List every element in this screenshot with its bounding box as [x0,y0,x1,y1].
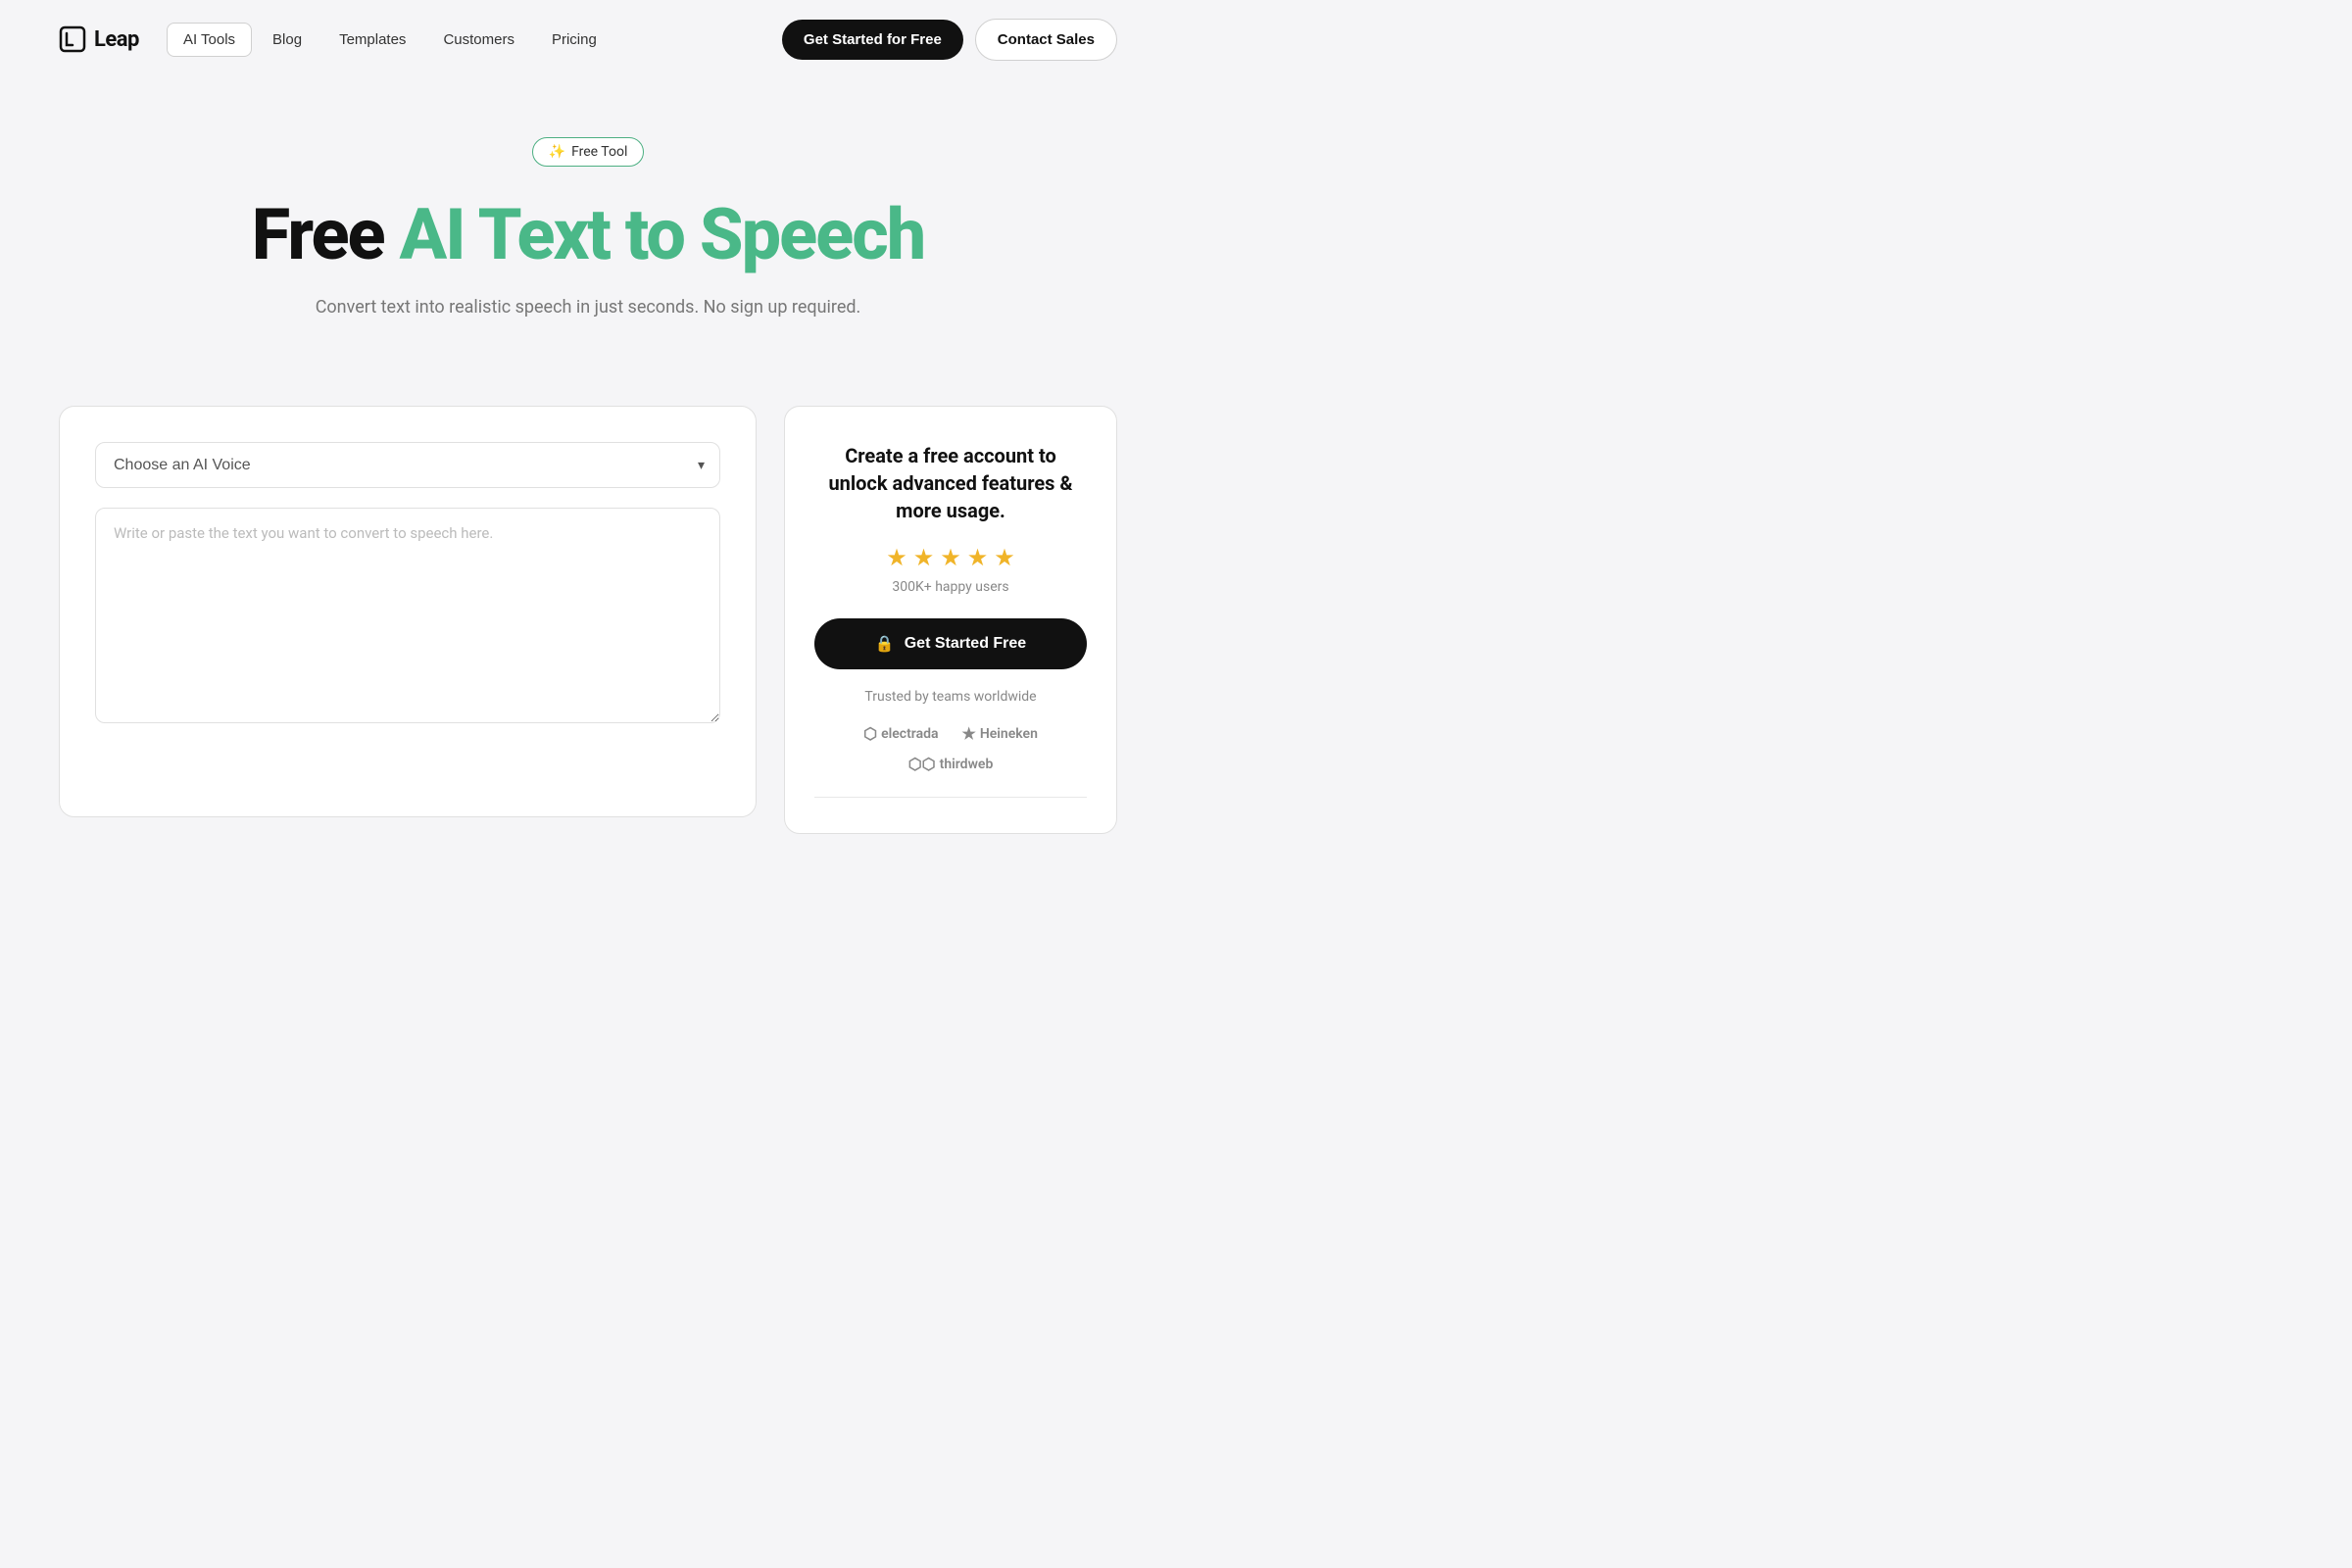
main-nav: AI Tools Blog Templates Customers Pricin… [167,23,613,57]
voice-select-wrapper: Choose an AI Voice ▾ [95,442,720,488]
badge-icon: ✨ [549,144,565,160]
star-3: ★ [940,544,961,571]
free-tool-badge: ✨ Free Tool [532,137,645,167]
thirdweb-logo: ⬡⬡thirdweb [908,755,994,773]
nav-ai-tools[interactable]: AI Tools [167,23,252,57]
navbar-actions: Get Started for Free Contact Sales [782,19,1117,61]
happy-users-count: 300K+ happy users [814,579,1087,595]
speech-text-input[interactable] [95,508,720,723]
tts-tool-card: Choose an AI Voice ▾ [59,406,757,817]
trusted-by-text: Trusted by teams worldwide [814,689,1087,705]
nav-blog[interactable]: Blog [256,23,318,57]
get-started-label: Get Started Free [905,635,1026,653]
company-row-2: ⬡⬡thirdweb [908,755,994,773]
card-divider [814,797,1087,798]
nav-customers[interactable]: Customers [426,23,531,57]
lock-icon: 🔒 [875,634,895,654]
hero-section: ✨ Free Tool Free AI Text to Speech Conve… [0,78,1176,406]
cta-card-title: Create a free account to unlock advanced… [814,442,1087,524]
signup-cta-card: Create a free account to unlock advanced… [784,406,1117,834]
navbar: Leap AI Tools Blog Templates Customers P… [0,0,1176,78]
contact-sales-button[interactable]: Contact Sales [975,19,1117,61]
hero-title-black: Free [252,193,384,276]
hero-title-green: AI Text to Speech [400,193,925,276]
main-content-area: Choose an AI Voice ▾ Create a free accou… [0,406,1176,893]
get-started-nav-button[interactable]: Get Started for Free [782,20,963,60]
voice-select[interactable]: Choose an AI Voice [95,442,720,488]
star-rating: ★ ★ ★ ★ ★ [814,544,1087,571]
nav-templates[interactable]: Templates [322,23,422,57]
navbar-logo-group: Leap AI Tools Blog Templates Customers P… [59,23,613,57]
company-logos-group: ⬡electrada ★Heineken ⬡⬡thirdweb [814,724,1087,773]
badge-label: Free Tool [571,144,627,160]
heineken-logo: ★Heineken [962,724,1038,743]
star-4: ★ [967,544,989,571]
electrada-logo: ⬡electrada [863,724,938,743]
company-row-1: ⬡electrada ★Heineken [863,724,1038,743]
star-2: ★ [913,544,935,571]
get-started-free-button[interactable]: 🔒 Get Started Free [814,618,1087,669]
star-1: ★ [886,544,907,571]
star-5: ★ [994,544,1015,571]
brand-name: Leap [94,27,139,52]
leap-logo-icon [59,25,86,53]
hero-subtitle: Convert text into realistic speech in ju… [20,297,1156,318]
hero-title: Free AI Text to Speech [20,196,1156,273]
nav-pricing[interactable]: Pricing [535,23,613,57]
